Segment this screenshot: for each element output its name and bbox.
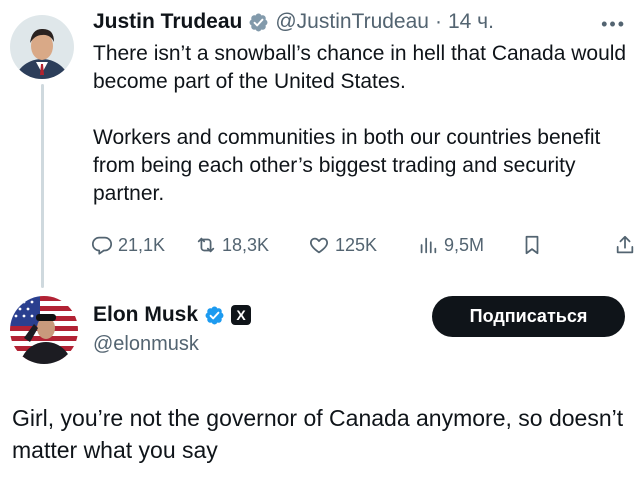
author-handle[interactable]: @JustinTrudeau bbox=[275, 10, 429, 34]
reply-tweet-text: There isn’t a snowball’s chance in hell … bbox=[93, 40, 633, 208]
thread-connector-line bbox=[41, 84, 44, 288]
reply-icon bbox=[91, 236, 113, 255]
follow-button[interactable]: Подписаться bbox=[432, 296, 625, 337]
author-name[interactable]: Justin Trudeau bbox=[93, 10, 242, 34]
repost-count: 18,3K bbox=[222, 234, 270, 255]
tweet-timestamp[interactable]: 14 ч. bbox=[448, 10, 494, 34]
views-chart-icon bbox=[420, 237, 437, 254]
reply-button[interactable]: 21,1K bbox=[91, 234, 177, 256]
author-handle[interactable]: @elonmusk bbox=[93, 333, 199, 356]
tweet-action-bar: 21,1K 18,3K 125K 9,5M bbox=[91, 230, 636, 260]
main-tweet-text: Girl, you’re not the governor of Canada … bbox=[12, 405, 624, 463]
share-button[interactable] bbox=[614, 234, 636, 256]
bookmark-icon bbox=[525, 235, 539, 255]
tweet-paragraph: Workers and communities in both our coun… bbox=[93, 126, 601, 205]
reply-tweet-header: Justin Trudeau @JustinTrudeau · 14 ч. bbox=[93, 8, 494, 36]
views-button[interactable]: 9,5M bbox=[417, 234, 513, 256]
x-affiliate-badge-icon[interactable]: X bbox=[231, 305, 252, 325]
reply-count: 21,1K bbox=[118, 234, 166, 255]
more-options-icon[interactable]: ••• bbox=[601, 14, 626, 35]
heart-icon bbox=[310, 237, 328, 254]
bookmark-button[interactable] bbox=[521, 234, 543, 256]
gov-verified-badge-icon[interactable] bbox=[248, 12, 269, 33]
avatar-justin-trudeau[interactable] bbox=[10, 15, 74, 79]
like-count: 125K bbox=[335, 234, 378, 255]
main-tweet-header: Elon Musk X bbox=[93, 303, 252, 327]
blue-verified-badge-icon[interactable] bbox=[204, 305, 225, 326]
author-name[interactable]: Elon Musk bbox=[93, 303, 198, 327]
share-icon bbox=[616, 235, 634, 254]
repost-icon bbox=[197, 237, 215, 253]
avatar-elon-musk[interactable] bbox=[10, 296, 78, 364]
repost-button[interactable]: 18,3K bbox=[195, 234, 300, 256]
like-button[interactable]: 125K bbox=[308, 234, 403, 256]
views-count: 9,5M bbox=[444, 234, 485, 255]
separator-dot: · bbox=[434, 10, 442, 33]
tweet-paragraph: There isn’t a snowball’s chance in hell … bbox=[93, 42, 627, 93]
